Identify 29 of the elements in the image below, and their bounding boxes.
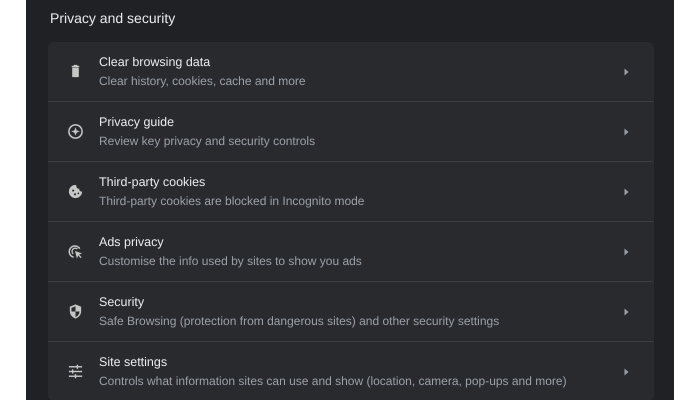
row-description: Review key privacy and security controls	[99, 133, 316, 149]
row-title: Clear browsing data	[99, 54, 212, 70]
settings-row[interactable]: Site settings Controls what information sites can use and show (location, camera, pop-ups and more)	[48, 341, 654, 400]
chevron-icon	[624, 248, 629, 256]
row-title: Ads privacy	[99, 234, 165, 250]
row-description: Customise the info used by sites to show you ads	[99, 253, 363, 269]
section-title: Privacy and security	[50, 9, 176, 28]
chevron-icon	[624, 188, 629, 196]
row-description: Third-party cookies are blocked in Incognito mode	[99, 193, 366, 209]
row-description: Clear history, cookies, cache and more	[99, 73, 307, 89]
sliders-icon	[66, 363, 84, 380]
settings-row[interactable]: Third-party cookies Third-party cookies are blocked in Incognito mode	[48, 161, 654, 221]
row-description: Controls what information sites can use and show (location, camera, pop-ups and more)	[99, 373, 568, 389]
settings-row[interactable]: Ads privacy Customise the info used by sites to show you ads	[48, 221, 654, 281]
compass-icon	[66, 123, 84, 140]
row-description: Safe Browsing (protection from dangerous sites) and other security settings	[99, 313, 500, 329]
cursor-target-icon	[66, 243, 84, 260]
chevron-icon	[624, 128, 629, 136]
cookie-icon	[66, 183, 84, 200]
row-title: Site settings	[99, 354, 168, 370]
row-title: Security	[99, 294, 146, 310]
settings-row[interactable]: Security Safe Browsing (protection from dangerous sites) and other security settings	[48, 281, 654, 341]
chevron-icon	[624, 68, 629, 76]
settings-row[interactable]: Clear browsing data Clear history, cookies, cache and more	[48, 42, 654, 101]
row-title: Third-party cookies	[99, 174, 206, 190]
chevron-icon	[624, 308, 629, 316]
chevron-icon	[624, 368, 629, 376]
settings-row[interactable]: Privacy guide Review key privacy and security controls	[48, 101, 654, 161]
row-title: Privacy guide	[99, 114, 176, 130]
